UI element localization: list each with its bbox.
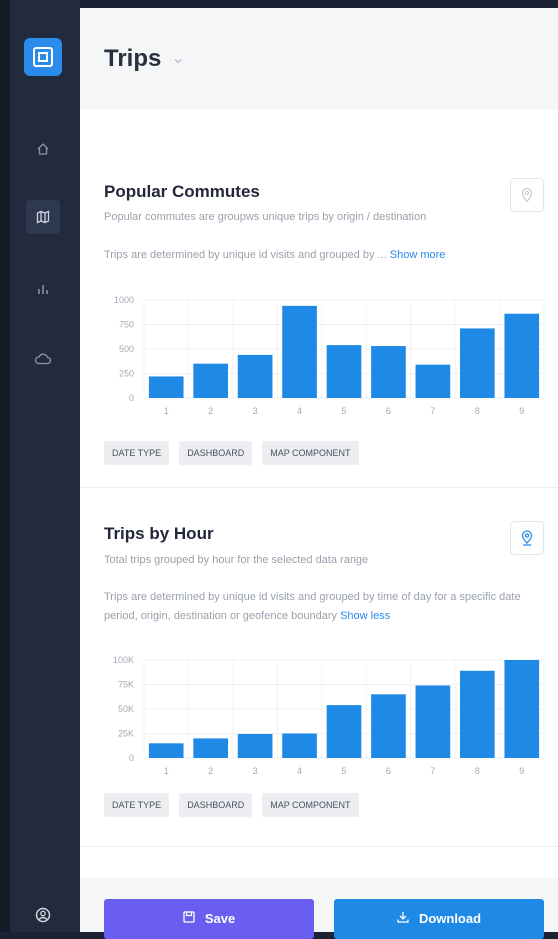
save-label: Save bbox=[204, 911, 236, 926]
x-tick-label: 6 bbox=[386, 766, 391, 776]
x-tick-label: 3 bbox=[253, 766, 258, 776]
user-profile-button[interactable] bbox=[26, 898, 60, 932]
show-more-link[interactable]: Show more bbox=[390, 249, 446, 261]
x-tick-label: 8 bbox=[475, 766, 480, 776]
main-content: Trips Popular Commutes Popular commutes … bbox=[80, 8, 558, 932]
download-icon bbox=[397, 912, 409, 923]
x-tick-label: 4 bbox=[297, 766, 302, 776]
popular-commutes-chart: 1000 750 500 250 0 1 2 3 4 5 6 7 8 9 bbox=[114, 295, 545, 416]
x-tick-label: 6 bbox=[386, 406, 391, 416]
page-title: Trips bbox=[104, 45, 162, 72]
bar[interactable] bbox=[193, 363, 228, 398]
bar[interactable] bbox=[371, 694, 406, 758]
map-icon bbox=[36, 210, 50, 224]
divider bbox=[80, 487, 558, 488]
bar[interactable] bbox=[326, 345, 362, 398]
bar[interactable] bbox=[282, 305, 317, 398]
sidebar-item-analytics[interactable] bbox=[26, 272, 60, 306]
y-tick-label: 100K bbox=[113, 655, 134, 665]
bar[interactable] bbox=[148, 743, 184, 758]
y-tick-label: 500 bbox=[119, 344, 134, 354]
home-icon bbox=[37, 143, 49, 155]
y-tick-label: 0 bbox=[129, 393, 134, 403]
x-tick-label: 1 bbox=[164, 766, 169, 776]
section-title: Trips by Hour bbox=[104, 524, 214, 543]
section-subtitle: Total trips grouped by hour for the sele… bbox=[104, 554, 369, 566]
y-tick-label: 0 bbox=[129, 753, 134, 763]
bar[interactable] bbox=[504, 313, 540, 398]
y-tick-label: 250 bbox=[119, 369, 134, 379]
map-pin-button[interactable] bbox=[510, 521, 544, 555]
bar[interactable] bbox=[460, 328, 495, 398]
tag-map-component[interactable]: MAP COMPONENT bbox=[262, 793, 359, 817]
x-tick-label: 5 bbox=[341, 406, 346, 416]
x-tick-label: 7 bbox=[430, 766, 435, 776]
bar[interactable] bbox=[237, 354, 273, 398]
map-pin-icon bbox=[521, 187, 533, 203]
chevron-down-icon[interactable] bbox=[173, 57, 183, 65]
sidebar bbox=[0, 0, 80, 932]
x-tick-label: 3 bbox=[253, 406, 258, 416]
download-label: Download bbox=[418, 911, 482, 926]
section-description: Trips are determined by unique id visits… bbox=[104, 591, 521, 622]
y-tick-label: 75K bbox=[118, 680, 134, 690]
app-logo[interactable] bbox=[24, 38, 62, 76]
x-tick-label: 2 bbox=[208, 766, 213, 776]
section-subtitle: Popular commutes are groupws unique trip… bbox=[104, 211, 427, 223]
tag-dashboard[interactable]: DASHBOARD bbox=[179, 793, 253, 817]
bar[interactable] bbox=[504, 660, 540, 758]
bar[interactable] bbox=[371, 346, 406, 398]
bar-chart-icon bbox=[38, 285, 48, 294]
y-tick-label: 50K bbox=[118, 704, 134, 714]
cloud-icon bbox=[34, 353, 52, 365]
x-tick-label: 7 bbox=[430, 406, 435, 416]
sidebar-item-cloud[interactable] bbox=[26, 342, 60, 376]
tag-date-type[interactable]: DATE TYPE bbox=[104, 793, 170, 817]
show-less-link[interactable]: Show less bbox=[340, 610, 390, 622]
tag-date-type[interactable]: DATE TYPE bbox=[104, 441, 170, 465]
section-description: Trips are determined by unique id visits… bbox=[104, 249, 387, 261]
logo-icon bbox=[33, 47, 53, 67]
bar[interactable] bbox=[148, 376, 184, 398]
x-tick-label: 9 bbox=[519, 406, 524, 416]
tag-list: DATE TYPE DASHBOARD MAP COMPONENT bbox=[104, 441, 359, 465]
bar[interactable] bbox=[326, 705, 362, 758]
x-tick-label: 2 bbox=[208, 406, 213, 416]
bar[interactable] bbox=[415, 685, 451, 758]
user-circle-icon bbox=[35, 907, 51, 923]
tag-dashboard[interactable]: DASHBOARD bbox=[179, 441, 253, 465]
x-tick-label: 5 bbox=[341, 766, 346, 776]
top-bar: Trips bbox=[80, 8, 558, 110]
tag-list: DATE TYPE DASHBOARD MAP COMPONENT bbox=[104, 793, 359, 817]
x-tick-label: 9 bbox=[519, 766, 524, 776]
divider bbox=[80, 846, 558, 847]
bar[interactable] bbox=[282, 733, 317, 759]
x-tick-label: 8 bbox=[475, 406, 480, 416]
download-button[interactable]: Download bbox=[334, 899, 544, 939]
section-title: Popular Commutes bbox=[104, 182, 260, 201]
bar[interactable] bbox=[460, 670, 495, 758]
save-button[interactable]: Save bbox=[104, 899, 314, 939]
map-pin-button[interactable] bbox=[510, 178, 544, 212]
tag-map-component[interactable]: MAP COMPONENT bbox=[262, 441, 359, 465]
trips-by-hour-chart: 100K 75K 50K 25K 0 1 2 3 4 5 6 7 8 9 bbox=[113, 655, 545, 776]
sidebar-item-home[interactable] bbox=[26, 132, 60, 166]
y-tick-label: 750 bbox=[119, 320, 134, 330]
map-pin-icon bbox=[521, 530, 533, 546]
y-tick-label: 1000 bbox=[114, 295, 134, 305]
sidebar-item-map[interactable] bbox=[26, 200, 60, 234]
y-tick-label: 25K bbox=[118, 729, 134, 739]
x-tick-label: 1 bbox=[164, 406, 169, 416]
x-tick-label: 4 bbox=[297, 406, 302, 416]
bar[interactable] bbox=[415, 364, 451, 398]
bar[interactable] bbox=[193, 738, 228, 758]
bar[interactable] bbox=[237, 733, 273, 758]
save-icon bbox=[183, 911, 195, 923]
